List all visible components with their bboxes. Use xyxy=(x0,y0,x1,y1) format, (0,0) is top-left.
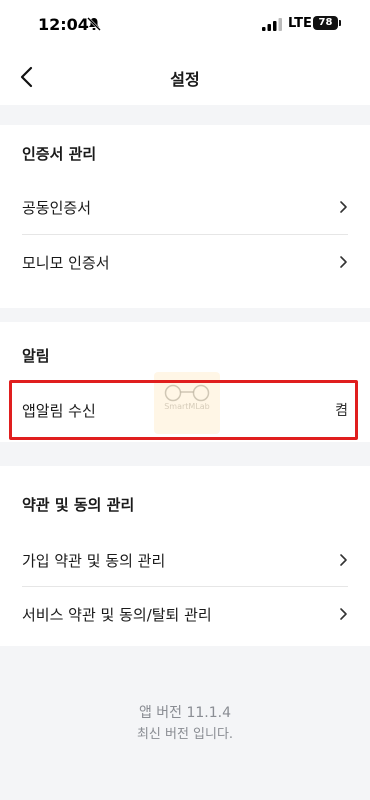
page-title: 설정 xyxy=(170,70,200,89)
battery-indicator: 78 xyxy=(313,16,341,30)
row-joint-certificate[interactable]: 공동인증서 xyxy=(0,181,370,233)
chevron-right-icon xyxy=(340,554,347,566)
chevron-right-icon xyxy=(340,256,347,268)
divider xyxy=(22,234,348,235)
row-service-terms[interactable]: 서비스 약관 및 동의/탈퇴 관리 xyxy=(0,588,370,640)
row-monimo-certificate[interactable]: 모니모 인증서 xyxy=(0,236,370,288)
network-label: LTE xyxy=(288,16,312,31)
highlight-box xyxy=(9,380,358,440)
row-label: 공동인증서 xyxy=(22,199,92,217)
row-label: 가입 약관 및 동의 관리 xyxy=(22,552,166,570)
row-label: 모니모 인증서 xyxy=(22,254,110,272)
divider xyxy=(22,586,348,587)
version-note: 최신 버전 입니다. xyxy=(136,727,234,742)
certificate-section: 인증서 관리 공동인증서 모니모 인증서 xyxy=(0,125,370,308)
app-version: 앱 버전 11.1.4 xyxy=(138,705,232,721)
section-title-notification: 알림 xyxy=(22,347,50,365)
section-title-certificate: 인증서 관리 xyxy=(22,145,97,163)
chevron-right-icon xyxy=(340,608,347,620)
row-label: 서비스 약관 및 동의/탈퇴 관리 xyxy=(22,606,212,624)
row-signup-terms[interactable]: 가입 약관 및 동의 관리 xyxy=(0,534,370,586)
chevron-right-icon xyxy=(340,201,347,213)
footer: 앱 버전 11.1.4 최신 버전 입니다. xyxy=(0,660,370,800)
signal-icon xyxy=(262,18,282,31)
bell-off-icon xyxy=(87,17,101,31)
section-title-terms: 약관 및 동의 관리 xyxy=(22,496,135,514)
terms-section: 약관 및 동의 관리 가입 약관 및 동의 관리 서비스 약관 및 동의/탈퇴 … xyxy=(0,466,370,646)
status-bar: 12:04 LTE 78 xyxy=(0,0,370,50)
status-time: 12:04 xyxy=(38,15,89,34)
nav-bar: 설정 xyxy=(0,50,370,105)
